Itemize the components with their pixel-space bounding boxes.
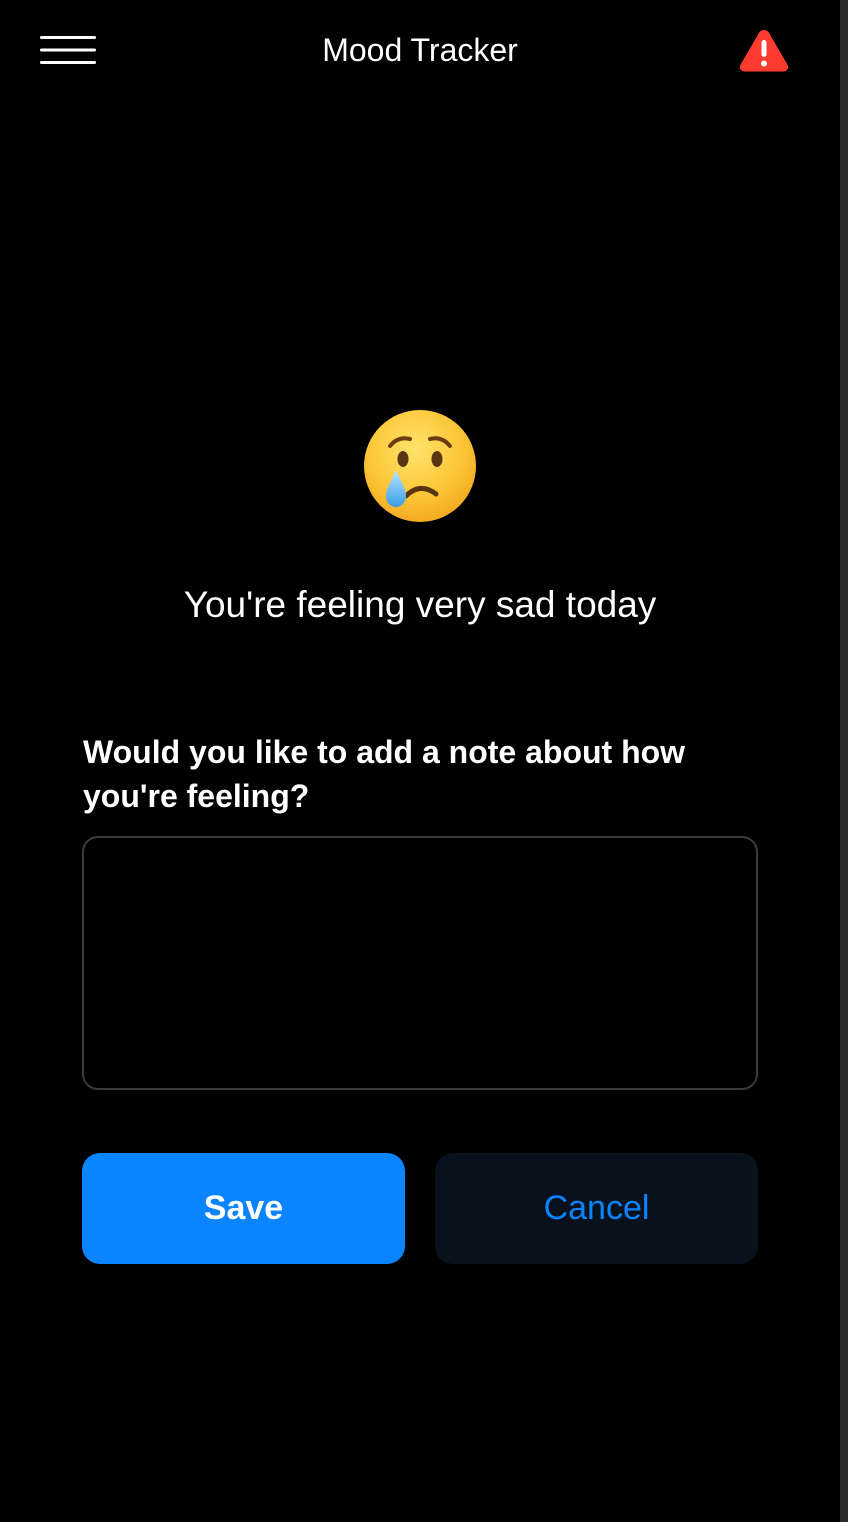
alert-button[interactable] bbox=[734, 24, 794, 76]
screen-edge bbox=[840, 0, 848, 1522]
note-prompt-label: Would you like to add a note about how y… bbox=[83, 734, 686, 814]
mood-message: You're feeling very sad today bbox=[183, 584, 657, 625]
mood-tracker-screen: Mood Tracker You're feeling very sad tod… bbox=[0, 0, 840, 1522]
note-textarea[interactable] bbox=[82, 836, 758, 1090]
cancel-button[interactable]: Cancel bbox=[435, 1153, 758, 1264]
page-title: Mood Tracker bbox=[322, 32, 518, 68]
navigation-bar: Mood Tracker bbox=[0, 0, 840, 100]
menu-button[interactable] bbox=[30, 26, 106, 74]
hamburger-menu-icon bbox=[40, 36, 96, 64]
save-button[interactable]: Save bbox=[82, 1153, 405, 1264]
crying-face-icon bbox=[364, 410, 476, 522]
warning-triangle-icon bbox=[739, 30, 789, 72]
